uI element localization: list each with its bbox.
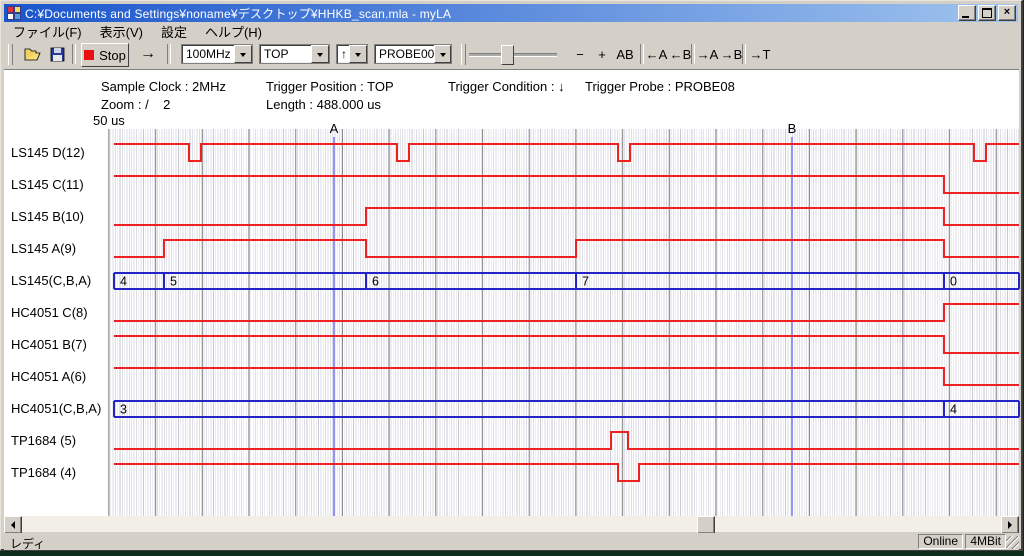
stop-label: Stop (99, 48, 126, 63)
chevron-down-icon (317, 53, 323, 60)
toolbar: Stop → 100MHz TOP ↑ PROBE00 (4, 40, 1018, 70)
menu-item[interactable]: 表示(V) (100, 22, 143, 41)
channel-label: LS145 B(10) (11, 209, 84, 224)
sample-clock-select[interactable]: 100MHz (181, 44, 253, 64)
trigger-probe-value: PROBE00 (379, 47, 434, 61)
toolbar-grip[interactable] (8, 44, 13, 65)
desktop-background: C:¥Documents and Settings¥noname¥デスクトップ¥… (0, 0, 1024, 556)
channel-label: LS145 C(11) (11, 177, 84, 192)
channel-label: LS145(C,B,A) (11, 273, 91, 288)
dropdown-button[interactable] (434, 45, 451, 63)
dropdown-button[interactable] (234, 45, 252, 63)
chevron-down-icon (355, 53, 361, 60)
app-icon (7, 6, 21, 20)
trigger-condition-info: Trigger Condition : ↓ (448, 79, 565, 94)
sample-grid[interactable] (108, 129, 1019, 516)
channel-label: TP1684 (5) (11, 433, 76, 448)
stop-icon (84, 50, 94, 60)
dropdown-button[interactable] (311, 45, 329, 63)
sample-clock-info: Sample Clock : 2MHz (101, 79, 226, 94)
left-to-marker-b-button[interactable]: ←B (669, 43, 692, 65)
scroll-right-button[interactable] (1001, 516, 1019, 534)
minimize-button[interactable] (958, 5, 976, 21)
minimize-icon (962, 16, 969, 18)
channel-label: HC4051 B(7) (11, 337, 87, 352)
open-folder-icon (24, 47, 42, 62)
channel-label: TP1684 (4) (11, 465, 76, 480)
trigger-position-info: Trigger Position : TOP (266, 79, 394, 94)
zoom-slider-thumb[interactable] (501, 45, 514, 65)
arrow-left-icon (7, 521, 15, 529)
open-file-button[interactable] (22, 43, 44, 65)
trigger-position-select[interactable]: TOP (259, 44, 330, 64)
maximize-button[interactable] (978, 5, 996, 21)
chevron-down-icon (440, 53, 446, 60)
menu-bar: ファイル(F) 表示(V) 設定ヘルプ(H) (4, 23, 1018, 40)
run-arrow-icon: → (140, 45, 156, 63)
zoom-info: Zoom : / 2 (101, 97, 170, 112)
window-title: C:¥Documents and Settings¥noname¥デスクトップ¥… (25, 5, 451, 22)
status-ready-text: レディ (10, 535, 45, 552)
online-status-badge: Online (918, 534, 963, 549)
channel-label: LS145 A(9) (11, 241, 76, 256)
trigger-edge-select[interactable]: ↑ (336, 44, 368, 64)
zoom-out-button[interactable]: − (570, 43, 590, 65)
menu-item[interactable]: ファイル(F) (13, 22, 82, 41)
left-to-marker-a-button[interactable]: ←A (645, 43, 668, 65)
menu-item[interactable]: 設定 (161, 22, 187, 41)
trigger-edge-value: ↑ (341, 47, 347, 61)
toolbar-separator (167, 44, 171, 64)
channel-label: HC4051 C(8) (11, 305, 88, 320)
arrow-right-icon (1008, 521, 1016, 529)
right-to-marker-a-button[interactable]: →A (696, 43, 719, 65)
close-icon: × (999, 6, 1015, 20)
trigger-probe-select[interactable]: PROBE00 (374, 44, 452, 64)
goto-trigger-button[interactable]: →T (748, 43, 772, 65)
horizontal-scrollbar[interactable] (4, 516, 1019, 532)
chevron-down-icon (240, 53, 246, 60)
time-scale-label: 50 us (93, 113, 125, 128)
resize-grip[interactable] (1006, 536, 1019, 549)
toolbar-separator (640, 44, 644, 64)
menu-item[interactable]: ヘルプ(H) (205, 22, 262, 41)
channel-label: HC4051(C,B,A) (11, 401, 101, 416)
toolbar-grip[interactable] (461, 44, 466, 65)
length-info: Length : 488.000 us (266, 97, 381, 112)
ab-button[interactable]: AB (612, 43, 638, 65)
right-to-marker-b-button[interactable]: →B (720, 43, 743, 65)
sample-clock-value: 100MHz (186, 47, 231, 61)
trigger-position-value: TOP (264, 47, 288, 61)
toolbar-separator (742, 44, 746, 64)
stop-button[interactable]: Stop (81, 43, 129, 67)
zoom-in-button[interactable]: + (592, 43, 612, 65)
run-button[interactable]: → (135, 43, 161, 65)
dropdown-button[interactable] (349, 45, 367, 63)
close-button[interactable]: × (998, 5, 1016, 21)
trigger-probe-info: Trigger Probe : PROBE08 (585, 79, 735, 94)
save-floppy-icon (50, 47, 65, 62)
channel-label: LS145 D(12) (11, 145, 85, 160)
app-window: C:¥Documents and Settings¥noname¥デスクトップ¥… (0, 0, 1023, 551)
save-file-button[interactable] (46, 43, 68, 65)
scroll-left-button[interactable] (4, 516, 22, 534)
maximize-icon (982, 8, 992, 18)
toolbar-separator (691, 44, 695, 64)
scrollbar-thumb[interactable] (697, 516, 715, 534)
status-bar: レディ Online 4MBit (4, 533, 1019, 550)
title-bar[interactable]: C:¥Documents and Settings¥noname¥デスクトップ¥… (4, 4, 1018, 22)
channel-label: HC4051 A(6) (11, 369, 86, 384)
memory-size-badge: 4MBit (965, 534, 1006, 549)
toolbar-separator (72, 44, 76, 64)
